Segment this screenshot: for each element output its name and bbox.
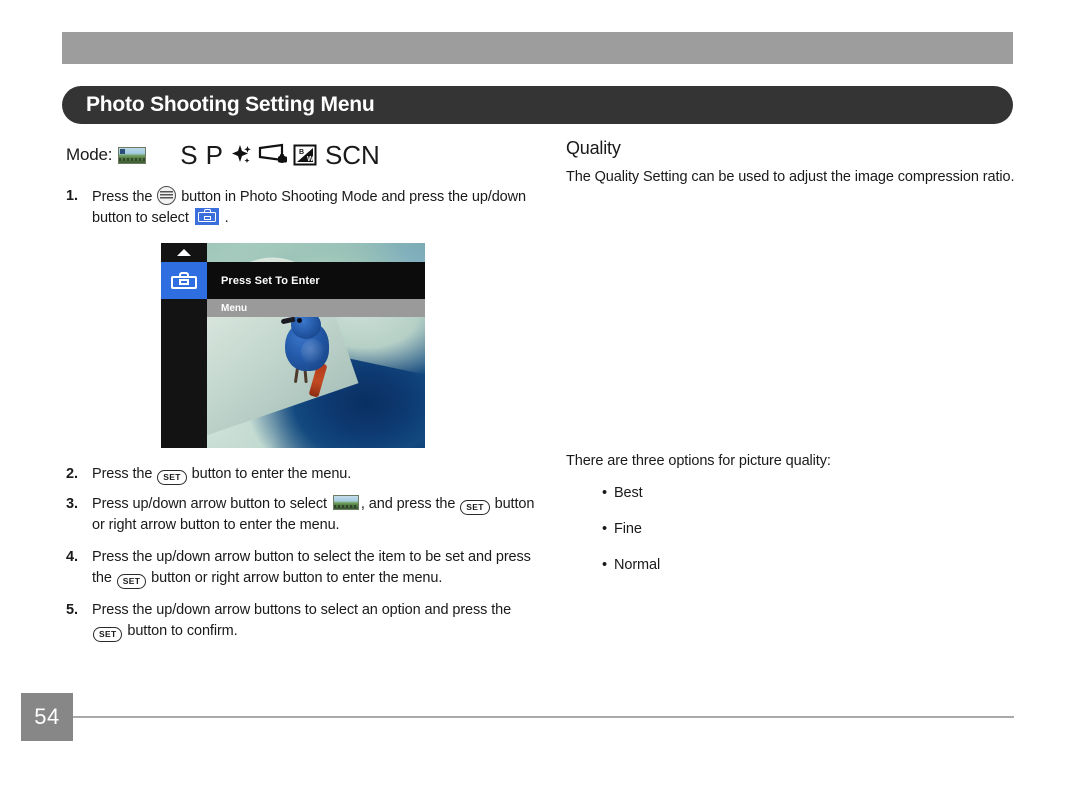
sparkle-icon [231,143,253,167]
steps-list-continued: 2. Press the SET button to enter the men… [66,464,536,642]
chevron-up-icon [177,249,191,256]
landscape-thumbnail-icon [332,495,359,510]
quality-options-list: Best Fine Normal [602,483,660,591]
quality-heading: Quality [566,138,621,158]
camera-menu-label: Menu [221,302,248,314]
set-button-icon: SET [460,500,490,515]
quality-option-fine: Fine [602,519,660,540]
step-1-text-a: Press the [92,189,157,205]
step-2-number: 2. [66,466,78,482]
step-3-number: 3. [66,496,78,512]
svg-text:B: B [299,149,305,156]
camera-screen-screenshot: Press Set To Enter Menu [161,243,425,448]
set-button-icon: SET [93,627,123,642]
header-gray-bar [62,32,1013,64]
quality-option-normal: Normal [602,555,660,576]
page-title-bar: Photo Shooting Setting Menu [62,86,1013,124]
right-column: Quality The Quality Setting can be used … [566,138,1016,573]
step-4: 4. Press the up/down arrow button to sel… [66,547,536,589]
step-3-text-a: Press up/down arrow button to select [92,496,331,512]
left-column: Mode: S P B W SCN 1. Press the button in… [66,138,536,653]
mode-scn-label: SCN [324,139,380,170]
mode-icon-list: S P B W SCN [180,140,380,171]
camera-sidebar-item-toolbox[interactable] [161,262,207,299]
step-3-body: Press up/down arrow button to select , a… [92,494,536,536]
step-1: 1. Press the button in Photo Shooting Mo… [66,186,536,229]
mode-letter-p: P [205,139,224,170]
step-1-body: Press the button in Photo Shooting Mode … [92,186,536,229]
panorama-icon [258,143,288,167]
camera-banner: Press Set To Enter [207,262,425,299]
func-menu-button-icon [157,186,177,205]
set-button-icon: SET [157,470,187,485]
footer-rule [73,716,1014,718]
step-2-body: Press the SET button to enter the menu. [92,464,536,485]
page-title: Photo Shooting Setting Menu [86,93,375,116]
page-number: 54 [34,704,60,729]
step-5-text-a: Press the up/down arrow buttons to selec… [92,602,512,618]
step-5-number: 5. [66,602,78,618]
step-4-number: 4. [66,549,78,565]
step-5-body: Press the up/down arrow buttons to selec… [92,600,536,642]
quality-description: The Quality Setting can be used to adjus… [566,169,1015,185]
step-5: 5. Press the up/down arrow buttons to se… [66,600,536,642]
step-1-text-c: . [220,210,229,226]
black-white-icon: B W [293,143,317,167]
landscape-thumbnail-icon [118,146,147,164]
toolbox-icon [171,272,197,289]
step-2-text-a: Press the [92,466,157,482]
mode-letter-s: S [180,139,199,170]
step-3-text-b: , and press the [360,496,460,512]
step-4-text-b: button or right arrow button to enter th… [147,570,443,586]
camera-menu-row[interactable]: Menu [207,299,425,317]
step-2-text-b: button to enter the menu. [187,466,352,482]
camera-scroll-up[interactable] [161,243,207,262]
mode-label: Mode: [66,145,113,164]
step-2: 2. Press the SET button to enter the men… [66,464,536,485]
camera-banner-text: Press Set To Enter [221,274,320,287]
set-button-icon: SET [116,574,147,589]
toolbox-icon [194,208,219,225]
bird-subject [279,305,343,398]
mode-row: Mode: S P B W SCN [66,138,536,172]
svg-text:W: W [307,156,315,163]
step-1-number: 1. [66,188,78,204]
step-4-body: Press the up/down arrow button to select… [92,547,536,589]
page-number-box: 54 [21,693,73,741]
quality-option-best: Best [602,483,660,504]
steps-list: 1. Press the button in Photo Shooting Mo… [66,186,536,229]
quality-options-intro: There are three options for picture qual… [566,453,831,469]
step-5-text-b: button to confirm. [123,623,238,639]
step-3: 3. Press up/down arrow button to select … [66,494,536,536]
